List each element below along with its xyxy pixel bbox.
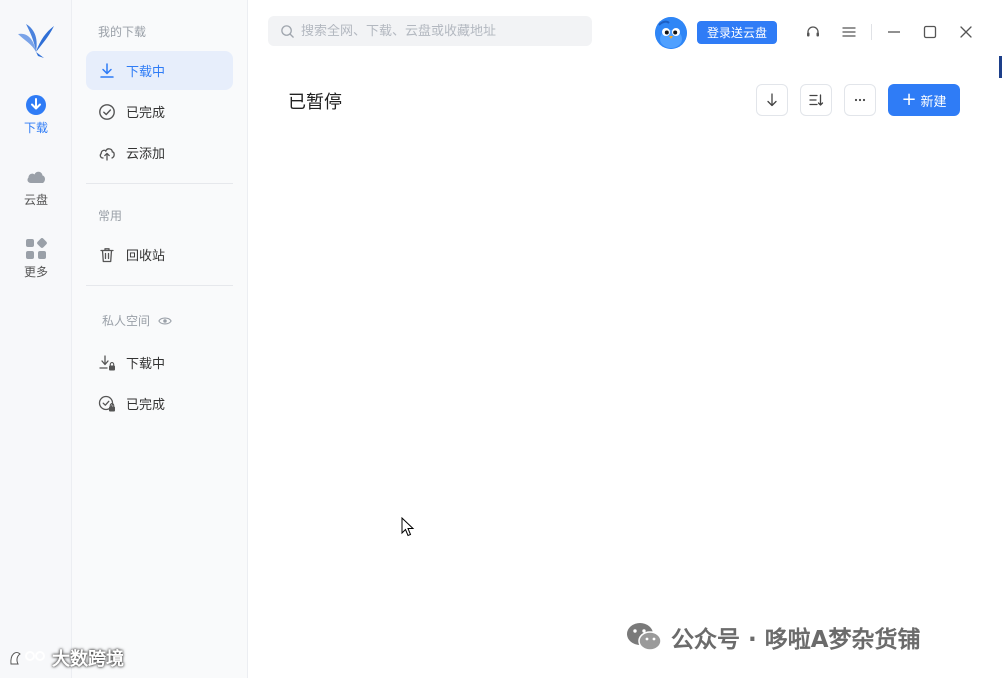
rail-item-cloud[interactable]: 云盘 [0, 166, 72, 208]
watermark-right: 公众号 · 哆啦A梦杂货铺 [625, 620, 921, 654]
plus-icon: + [901, 89, 917, 110]
sidebar-item-completed[interactable]: 已完成 [86, 92, 233, 131]
sidebar-item-label: 下载中 [126, 357, 166, 372]
sidebar-item-label: 已完成 [126, 398, 166, 413]
menu-icon[interactable] [838, 21, 860, 43]
cloud-icon [27, 171, 46, 183]
sidebar-item-cloud-add[interactable]: 云添加 [86, 133, 233, 172]
arrow-down-icon [767, 93, 777, 107]
ellipsis-icon [854, 98, 866, 102]
search-icon [281, 24, 294, 38]
search-bar[interactable] [268, 16, 592, 46]
download-circle-icon [26, 95, 46, 115]
eye-icon[interactable] [158, 314, 172, 328]
sidebar-item-recycle-bin[interactable]: 回收站 [86, 235, 233, 274]
watermark-left-text: 大数跨境 [52, 649, 124, 670]
section-private-label: 私人空间 [102, 314, 151, 328]
download-lock-icon [99, 354, 115, 370]
close-icon[interactable] [955, 21, 977, 43]
rail-label-download: 下载 [23, 121, 48, 135]
sort-button[interactable] [800, 84, 832, 116]
login-button[interactable]: 登录送云盘 [697, 21, 777, 44]
sidebar-item-label: 已完成 [126, 106, 166, 121]
search-input[interactable] [301, 23, 581, 39]
watermark-logo-icon [10, 651, 45, 665]
check-lock-icon [98, 395, 115, 411]
maximize-icon[interactable] [919, 21, 941, 43]
minimize-icon[interactable] [883, 21, 905, 43]
sidebar-item-downloading[interactable]: 下载中 [86, 51, 233, 90]
new-task-button[interactable]: + 新建 [888, 84, 960, 116]
download-arrow-icon [100, 62, 114, 78]
sidebar-item-private-downloading[interactable]: 下载中 [86, 343, 233, 382]
avatar[interactable] [655, 17, 687, 49]
nav-rail: 下载 云盘 更多 [0, 0, 72, 678]
rail-item-download[interactable]: 下载 [0, 94, 72, 136]
sidebar-item-label: 下载中 [126, 65, 166, 80]
sidebar-item-label: 云添加 [126, 147, 166, 162]
support-icon[interactable] [802, 21, 824, 43]
rail-label-more: 更多 [23, 265, 48, 279]
check-circle-icon [99, 103, 115, 120]
page-title: 已暂停 [288, 92, 342, 113]
app-logo-icon [14, 18, 58, 62]
mascot-bird-icon [655, 17, 687, 49]
apps-grid-icon [26, 238, 47, 259]
rail-label-cloud: 云盘 [23, 193, 48, 207]
watermark-right-text: 公众号 · 哆啦A梦杂货铺 [671, 627, 921, 653]
sidebar-divider [86, 285, 233, 286]
watermark-left: 大数跨境 [8, 645, 124, 671]
sidebar-item-label: 回收站 [126, 249, 166, 264]
rail-item-more[interactable]: 更多 [0, 238, 72, 280]
titlebar-divider [871, 24, 872, 40]
section-my-downloads: 我的下载 [98, 25, 147, 39]
new-task-label: 新建 [920, 94, 947, 110]
download-all-button[interactable] [756, 84, 788, 116]
sidebar-item-private-completed[interactable]: 已完成 [86, 384, 233, 423]
section-common: 常用 [98, 209, 123, 223]
mouse-cursor-icon [401, 517, 415, 537]
section-private-space: 私人空间 [102, 312, 172, 329]
trash-icon [100, 247, 114, 262]
cloud-upload-icon [99, 147, 115, 161]
sort-icon [809, 94, 824, 106]
wechat-icon [627, 623, 662, 651]
more-button[interactable] [844, 84, 876, 116]
secondary-sidebar: 我的下载 下载中 已完成 云添加 常用 回收站 私人空间 下载中 已完成 [72, 0, 248, 678]
sidebar-divider [86, 183, 233, 184]
